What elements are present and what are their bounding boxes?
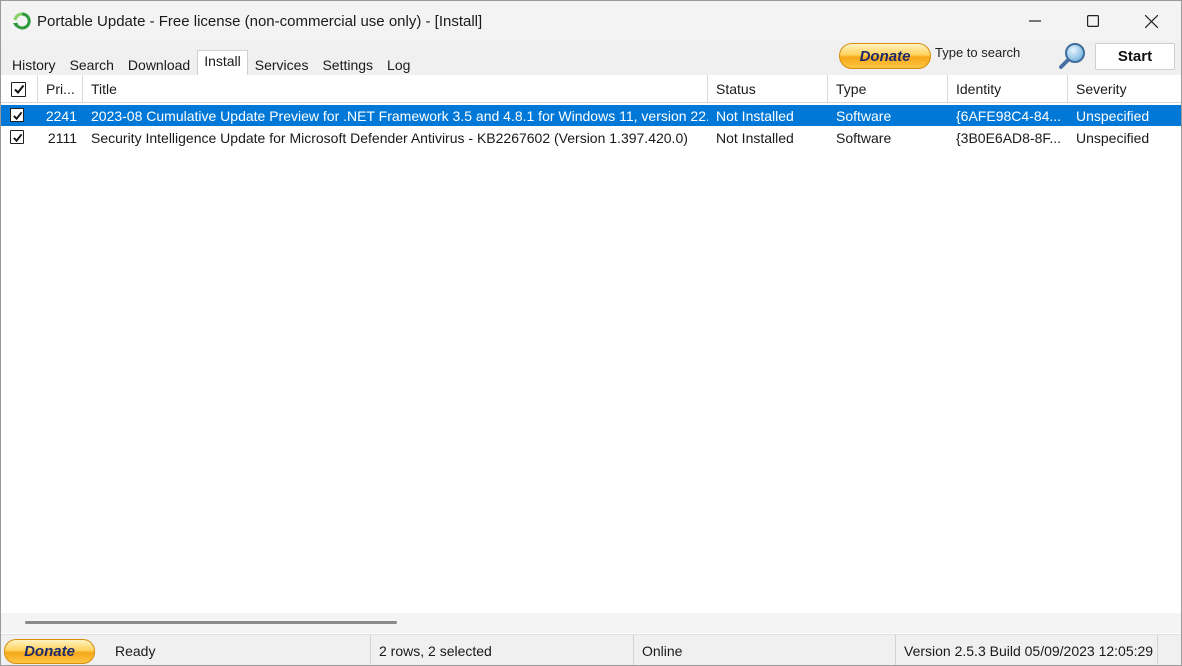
tab-strip: History Search Download Install Services… <box>5 50 417 76</box>
app-refresh-icon <box>12 11 32 31</box>
row-checkbox[interactable] <box>10 108 24 122</box>
cell-priority: 2111 <box>47 129 77 146</box>
app-window: Portable Update - Free license (non-comm… <box>0 0 1182 666</box>
search-icon[interactable] <box>1057 41 1089 71</box>
column-header-status[interactable]: Status <box>708 75 828 103</box>
start-button[interactable]: Start <box>1095 43 1175 70</box>
tab-install[interactable]: Install <box>197 50 248 76</box>
cell-type: Software <box>836 107 892 124</box>
tab-log[interactable]: Log <box>380 53 417 75</box>
horizontal-scrollbar[interactable] <box>1 613 1181 633</box>
cell-identity: {3B0E6AD8-8F... <box>956 129 1062 146</box>
tab-services[interactable]: Services <box>248 53 316 75</box>
tab-download[interactable]: Download <box>121 53 197 75</box>
select-all-checkbox[interactable] <box>1 75 38 103</box>
minimize-button[interactable] <box>1006 1 1064 41</box>
tab-search[interactable]: Search <box>63 53 121 75</box>
title-bar: Portable Update - Free license (non-comm… <box>1 1 1181 41</box>
minimize-icon <box>1029 20 1041 22</box>
status-bar: Donate Ready 2 rows, 2 selected Online V… <box>1 634 1181 665</box>
table-row[interactable]: 2111 Security Intelligence Update for Mi… <box>1 127 1181 148</box>
tab-history[interactable]: History <box>5 53 63 75</box>
checkbox-checked-icon <box>10 108 24 122</box>
close-icon <box>1144 14 1158 28</box>
cell-title: Security Intelligence Update for Microso… <box>91 129 688 146</box>
status-connection: Online <box>633 635 895 665</box>
maximize-button[interactable] <box>1064 1 1122 41</box>
status-selection: 2 rows, 2 selected <box>370 635 633 665</box>
checkbox-checked-icon <box>10 130 24 144</box>
grid-header: Pri... Title Status Type Identity Severi… <box>1 75 1181 103</box>
statusbar-donate-button[interactable]: Donate <box>4 639 95 664</box>
checkbox-checked-icon <box>11 81 26 97</box>
table-row[interactable]: 2241 2023-08 Cumulative Update Preview f… <box>1 105 1181 126</box>
column-header-title[interactable]: Title <box>83 75 708 103</box>
donate-button[interactable]: Donate <box>839 43 931 69</box>
cell-status: Not Installed <box>716 107 794 124</box>
close-button[interactable] <box>1122 1 1180 41</box>
maximize-icon <box>1087 15 1099 27</box>
cell-type: Software <box>836 129 892 146</box>
column-header-type[interactable]: Type <box>828 75 948 103</box>
toolbar: History Search Download Install Services… <box>1 41 1181 76</box>
cell-severity: Unspecified <box>1076 107 1150 124</box>
cell-status: Not Installed <box>716 129 794 146</box>
tab-settings[interactable]: Settings <box>315 53 380 75</box>
status-state: Ready <box>115 643 156 659</box>
window-title: Portable Update - Free license (non-comm… <box>37 12 483 30</box>
column-header-severity[interactable]: Severity <box>1068 75 1181 103</box>
cell-title: 2023-08 Cumulative Update Preview for .N… <box>91 107 708 124</box>
update-grid: Pri... Title Status Type Identity Severi… <box>1 75 1181 613</box>
status-grip <box>1157 635 1181 665</box>
search-input[interactable] <box>933 41 1057 63</box>
column-header-identity[interactable]: Identity <box>948 75 1068 103</box>
row-checkbox[interactable] <box>10 130 24 144</box>
column-header-priority[interactable]: Pri... <box>38 75 83 103</box>
cell-severity: Unspecified <box>1076 129 1150 146</box>
scrollbar-thumb[interactable] <box>25 621 397 624</box>
cell-identity: {6AFE98C4-84... <box>956 107 1062 124</box>
cell-priority: 2241 <box>45 107 77 124</box>
status-version: Version 2.5.3 Build 05/09/2023 12:05:29 <box>895 635 1157 665</box>
